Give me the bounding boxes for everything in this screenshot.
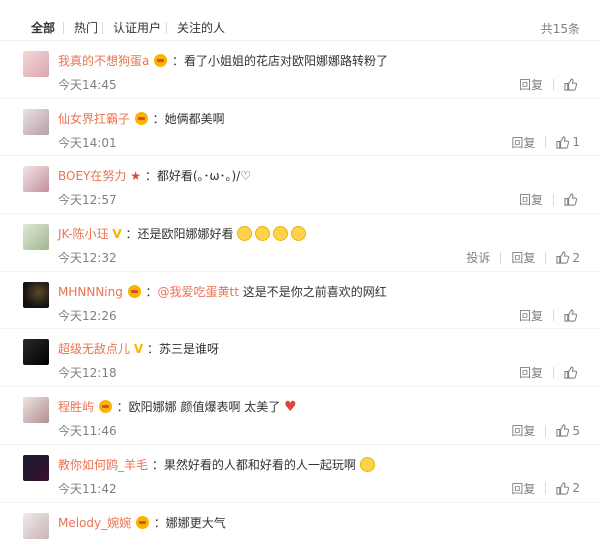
comment-time: 今天14:01 [58,134,117,151]
like-button[interactable] [554,78,580,91]
avatar[interactable] [23,455,49,481]
divider [102,22,103,34]
comment-text: ：欧阳娜娜 颜值爆表啊 太美了 [117,400,281,414]
like-count: 5 [572,424,580,438]
reply-button[interactable]: 回复 [501,480,545,497]
thumbs-up-icon [556,136,569,149]
comment-username[interactable]: 教你如何鸥_羊毛 [58,458,148,472]
like-button[interactable]: 5 [546,424,580,438]
avatar[interactable] [23,51,49,77]
comment-time: 今天11:42 [58,480,117,497]
avatar[interactable] [23,513,49,539]
like-button[interactable] [554,366,580,379]
member-badge-icon [99,400,112,413]
avatar[interactable] [23,339,49,365]
mention-link[interactable]: @我爱吃蛋黄tt [158,285,239,299]
comment-username[interactable]: MHNNNing [58,285,123,299]
member-badge-icon [154,54,167,67]
tab-following[interactable]: 关注的人 [177,20,225,36]
comment-time: 今天12:57 [58,191,117,208]
like-button[interactable] [554,193,580,206]
reply-button[interactable]: 回复 [501,422,545,439]
comment-item: 我真的不想狗蛋a ：看了小姐姐的花店对欧阳娜娜路转粉了 今天14:45 回复 [0,41,600,99]
report-button[interactable]: 投诉 [456,249,500,266]
comment-text: ：还是欧阳娜娜好看 [125,227,233,241]
comment-item: 程胜屿 ：欧阳娜娜 颜值爆表啊 太美了 ♥ 今天11:46 回复 5 [0,387,600,445]
comment-panel: 全部 热门 认证用户 关注的人 共15条 我真的不想狗蛋a ：看了小姐姐的花店对… [0,0,600,518]
comment-time: 今天11:46 [58,422,117,439]
like-button[interactable]: 2 [546,481,580,495]
like-count: 2 [572,481,580,495]
thumbs-up-icon [564,309,577,322]
laugh-emoji-icon [360,457,375,472]
thumbs-up-icon [564,193,577,206]
comment-item: BOEY在努力 ★ ：都好看(｡･ω･｡)/♡ 今天12:57 回复 [0,156,600,214]
tab-hot[interactable]: 热门 [74,20,98,36]
like-count: 1 [572,135,580,149]
star-badge-icon: ★ [130,169,141,183]
like-button[interactable]: 1 [546,135,580,149]
comment-username[interactable]: BOEY在努力 [58,169,126,183]
avatar[interactable] [23,109,49,135]
comment-time: 今天12:32 [58,249,117,266]
comment-text: ：苏三是谁呀 [147,342,219,356]
comment-time: 今天14:45 [58,76,117,93]
comment-username[interactable]: 超级无敌点儿 [58,342,130,356]
like-button[interactable]: 2 [546,251,580,265]
comment-text: ：果然好看的人都和好看的人一起玩啊 [152,458,356,472]
comment-item: MHNNNing ：@我爱吃蛋黄tt 这是不是你之前喜欢的网红 今天12:26 … [0,272,600,330]
member-badge-icon [135,112,148,125]
comment-item: JK-陈小珏 V ：还是欧阳娜娜好看 今天12:32 投诉 回复 2 [0,214,600,272]
tab-all[interactable]: 全部 [31,20,55,36]
smile-emoji-icon [273,226,288,241]
divider [166,22,167,34]
member-badge-icon [128,285,141,298]
member-badge-icon [136,516,149,529]
comment-time: 今天12:26 [58,307,117,324]
comment-time: 今天12:18 [58,364,117,381]
comment-text: ：看了小姐姐的花店对欧阳娜娜路转粉了 [172,54,388,68]
thumbs-up-icon [556,482,569,495]
thumbs-up-icon [556,251,569,264]
comment-item: 教你如何鸥_羊毛 ：果然好看的人都和好看的人一起玩啊 今天11:42 回复 2 [0,445,600,503]
reply-button[interactable]: 回复 [509,191,553,208]
avatar[interactable] [23,397,49,423]
verified-badge-icon: V [134,342,143,356]
avatar[interactable] [23,166,49,192]
like-button[interactable] [554,309,580,322]
smile-emoji-icon [291,226,306,241]
reply-button[interactable]: 回复 [501,134,545,151]
comment-item: 超级无敌点儿 V ：苏三是谁呀 今天12:18 回复 [0,329,600,387]
comment-text: ：她俩都美啊 [153,112,225,126]
avatar[interactable] [23,282,49,308]
thumbs-up-icon [564,366,577,379]
thumbs-up-icon [556,424,569,437]
comment-text: 这是不是你之前喜欢的网红 [239,285,387,299]
comment-item: 仙女界扛霸子 ：她俩都美啊 今天14:01 回复 1 [0,99,600,157]
reply-button[interactable]: 回复 [509,76,553,93]
smile-emoji-icon [255,226,270,241]
comment-username[interactable]: 程胜屿 [58,400,94,414]
reply-button[interactable]: 回复 [509,364,553,381]
heart-emoji-icon: ♥ [284,399,297,415]
comment-text: ：都好看(｡･ω･｡)/♡ [145,169,251,183]
reply-button[interactable]: 回复 [501,249,545,266]
divider [63,22,64,34]
comment-username[interactable]: JK-陈小珏 [58,227,108,241]
like-count: 2 [572,251,580,265]
reply-button[interactable]: 回复 [509,307,553,324]
smile-emoji-icon [237,226,252,241]
tab-verified[interactable]: 认证用户 [113,20,161,36]
comment-username[interactable]: 我真的不想狗蛋a [58,54,149,68]
comment-filter-bar: 全部 热门 认证用户 关注的人 共15条 [0,0,600,41]
comment-total-count: 共15条 [541,20,580,37]
avatar[interactable] [23,224,49,250]
verified-badge-icon: V [112,227,121,241]
comment-item: Melody_婉婉 ：娜娜更大气 [0,503,600,559]
comment-username[interactable]: 仙女界扛霸子 [58,112,130,126]
thumbs-up-icon [564,78,577,91]
